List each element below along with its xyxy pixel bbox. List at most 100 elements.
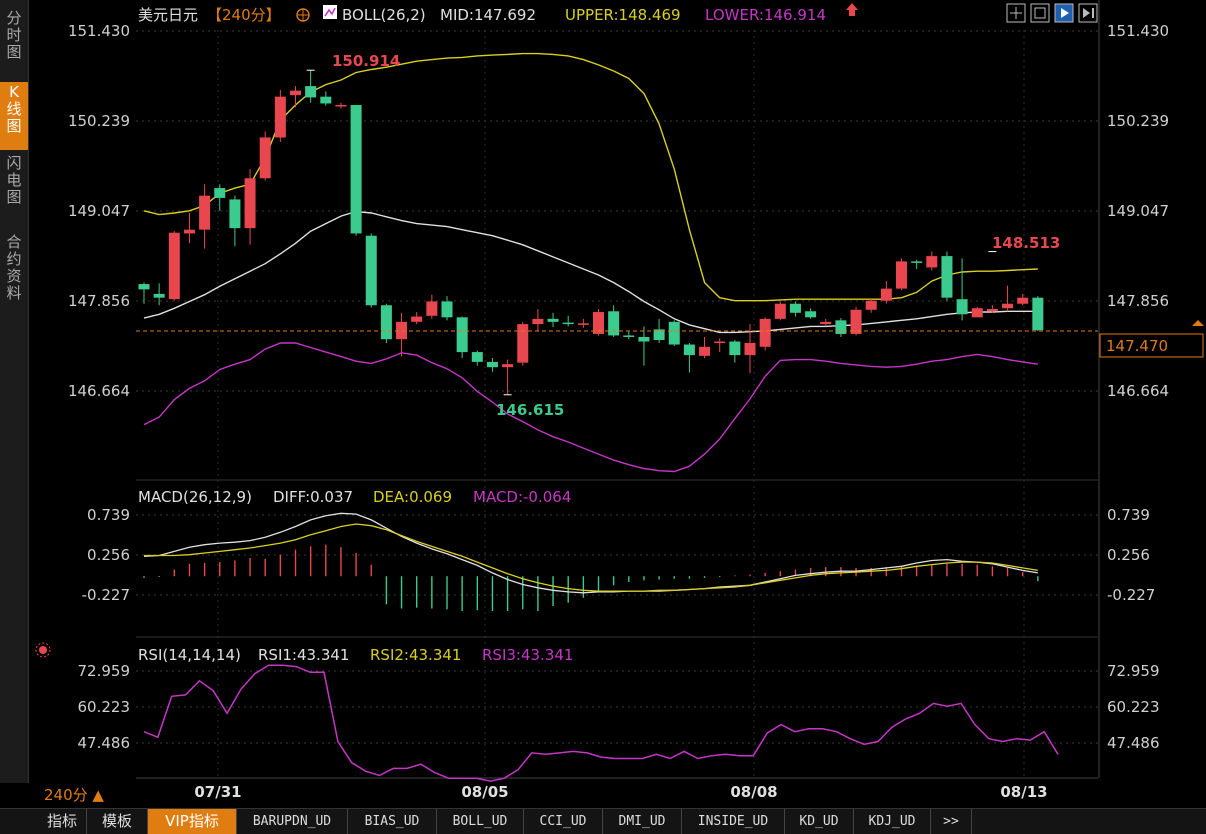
tab-indicators[interactable]: 指标: [38, 809, 87, 834]
candle-body: [880, 288, 892, 301]
candle-body: [956, 299, 968, 315]
tab-kdj[interactable]: KDJ_UD: [854, 809, 931, 834]
low-annotation: 146.615: [496, 401, 564, 419]
sun-icon[interactable]: [35, 642, 51, 658]
toolbar: [1006, 3, 1098, 23]
zoom-icon[interactable]: [1030, 3, 1050, 23]
candle-body: [850, 309, 862, 334]
rsi-tick-right: 60.223: [1107, 698, 1160, 716]
candle-body: [259, 137, 271, 179]
tab-templates[interactable]: 模板: [87, 809, 148, 834]
macd-tick-left: 0.739: [87, 506, 130, 524]
candle-body: [411, 316, 423, 322]
tab-bias[interactable]: BIAS_UD: [348, 809, 437, 834]
candle-body: [1002, 303, 1014, 309]
crosshair-icon[interactable]: [1006, 3, 1026, 23]
macd-diff: DIFF:0.037: [273, 488, 353, 506]
candle-body: [365, 235, 377, 306]
candle-body: [547, 318, 559, 322]
tab-vip-indicators[interactable]: VIP指标: [148, 809, 237, 834]
date-label: 08/05: [461, 783, 508, 801]
price-tick-left: 151.430: [68, 22, 130, 40]
candle-body: [274, 96, 286, 138]
macd-tick-left: 0.256: [87, 546, 130, 564]
rsi-tick-left: 60.223: [78, 698, 131, 716]
candle-body: [153, 293, 165, 298]
price-tick-right: 146.664: [1107, 382, 1169, 400]
period-selector[interactable]: 240分 ▲: [44, 784, 104, 805]
candle-body: [835, 320, 847, 334]
boll-upper: UPPER:148.469: [565, 6, 681, 24]
candle-body: [305, 86, 317, 98]
tab-boll[interactable]: BOLL_UD: [437, 809, 524, 834]
candle-body: [805, 311, 817, 318]
candle-body: [623, 335, 635, 337]
macd-dea: DEA:0.069: [373, 488, 452, 506]
settings-icon[interactable]: [296, 8, 310, 22]
candle-body: [471, 352, 483, 362]
candle-body: [638, 336, 650, 342]
tab-cci[interactable]: CCI_UD: [524, 809, 603, 834]
step-forward-icon[interactable]: [1078, 3, 1098, 23]
candle-body: [486, 361, 498, 368]
macd-tick-left: -0.227: [82, 586, 130, 604]
high-annotation-2: 148.513: [992, 234, 1060, 252]
tab-kd[interactable]: KD_UD: [785, 809, 854, 834]
play-icon[interactable]: [1054, 3, 1074, 23]
candle-body: [714, 341, 726, 344]
current-price: 147.470: [1106, 337, 1168, 355]
candle-body: [926, 256, 938, 268]
chart-canvas[interactable]: 美元日元 【240分】 BOLL(26,2) MID:147.692 UPPER…: [0, 0, 1206, 808]
price-tick-right: 147.856: [1107, 292, 1169, 310]
candle-body: [502, 364, 514, 368]
candle-body: [380, 305, 392, 340]
candle-body: [168, 232, 180, 300]
macd-tick-right: 0.256: [1107, 546, 1150, 564]
period-label: 【240分】: [207, 6, 281, 24]
date-label: 08/08: [730, 783, 777, 801]
candle-body: [865, 300, 877, 310]
tab-barupdn[interactable]: BARUPDN_UD: [237, 809, 348, 834]
candle-body: [290, 90, 301, 96]
candle-body: [774, 303, 786, 319]
high-annotation: 150.914: [332, 52, 400, 70]
up-arrow-icon: [846, 3, 858, 16]
boll-lower: LOWER:146.914: [705, 6, 826, 24]
candle-body: [532, 318, 544, 325]
candle-body: [562, 322, 574, 325]
candle-body: [699, 346, 711, 356]
tab-more[interactable]: >>: [931, 809, 972, 834]
candle-body: [214, 188, 226, 198]
boll-label: BOLL(26,2): [342, 6, 426, 24]
candle-body: [517, 324, 529, 363]
tab-inside[interactable]: INSIDE_UD: [682, 809, 785, 834]
boll-lower-line: [143, 342, 1038, 473]
macd-title: MACD(26,12,9): [138, 488, 252, 506]
candle-body: [896, 261, 907, 289]
candle-body: [668, 321, 680, 345]
macd-dea-line: [144, 523, 1038, 592]
rsi-panel: [143, 664, 1059, 782]
candle-body: [183, 229, 195, 234]
candle-body: [199, 195, 211, 230]
rsi-tick-left: 47.486: [78, 734, 131, 752]
price-tick-left: 150.239: [68, 112, 130, 130]
price-tick-right: 151.430: [1107, 22, 1169, 40]
candle-body: [426, 301, 438, 316]
bottom-tab-bar: 指标 模板 VIP指标 BARUPDN_UD BIAS_UD BOLL_UD C…: [0, 808, 1206, 834]
indicator-icon[interactable]: [323, 5, 337, 19]
tab-dmi[interactable]: DMI_UD: [603, 809, 682, 834]
candle-body: [320, 96, 332, 104]
macd-tick-right: 0.739: [1107, 506, 1150, 524]
candle-body: [759, 318, 771, 347]
rsi-3: RSI3:43.341: [482, 646, 573, 664]
candle-body: [441, 301, 453, 318]
rsi-tick-right: 72.959: [1107, 662, 1160, 680]
rsi-tick-left: 72.959: [78, 662, 131, 680]
symbol-title: 美元日元: [138, 6, 198, 24]
candle-body: [986, 309, 998, 312]
candle-body: [456, 317, 468, 353]
candle-body: [820, 321, 832, 325]
price-tick-right: 149.047: [1107, 202, 1169, 220]
candle-body: [335, 104, 347, 107]
